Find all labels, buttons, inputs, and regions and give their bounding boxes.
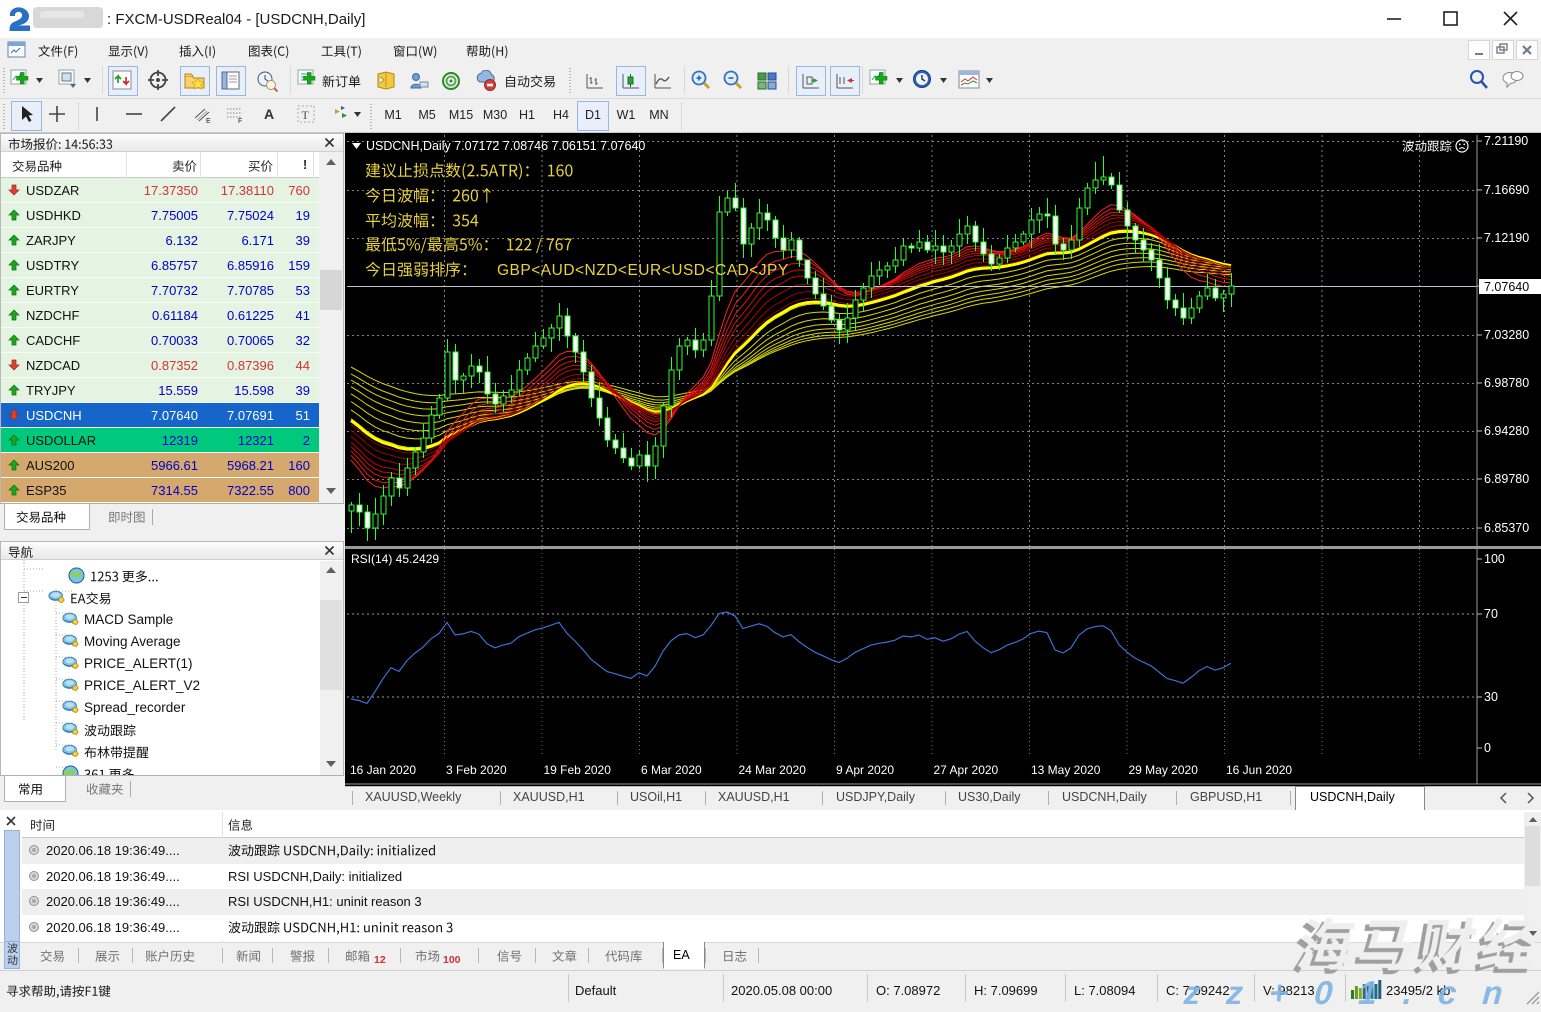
svg-text:T: T	[302, 108, 310, 122]
svg-text:F: F	[238, 118, 242, 125]
svg-text:E: E	[206, 118, 211, 125]
